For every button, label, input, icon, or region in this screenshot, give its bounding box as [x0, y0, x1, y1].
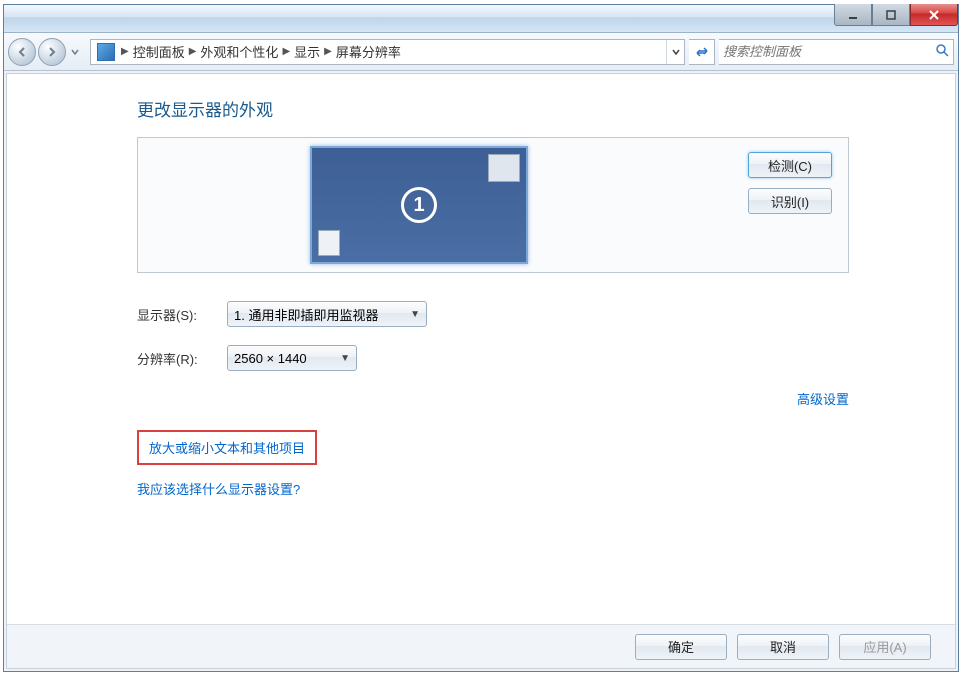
monitor-area: 1 检测(C) 识别(I) — [137, 137, 849, 273]
breadcrumb-dropdown[interactable] — [666, 40, 684, 64]
monitor-number-badge: 1 — [401, 187, 437, 223]
content-wrap: 更改显示器的外观 1 检测(C) 识别(I) 显示器(S): 1. 通用非即插即… — [6, 73, 956, 669]
text-size-link[interactable]: 放大或缩小文本和其他项目 — [149, 441, 305, 456]
breadcrumb-item[interactable]: 显示 — [292, 42, 322, 61]
titlebar — [4, 5, 958, 33]
breadcrumb-item[interactable]: 控制面板 — [131, 42, 187, 61]
display-row: 显示器(S): 1. 通用非即插即用监视器 ▼ — [137, 301, 955, 327]
page-title: 更改显示器的外观 — [137, 96, 955, 121]
back-button[interactable] — [8, 38, 36, 66]
resolution-label: 分辨率(R): — [137, 349, 227, 368]
minimize-button[interactable] — [834, 4, 872, 26]
resolution-select[interactable]: 2560 × 1440 ▼ — [227, 345, 357, 371]
monitor-thumb-icon — [318, 230, 340, 256]
advanced-settings-link[interactable]: 高级设置 — [797, 392, 849, 407]
resolution-row: 分辨率(R): 2560 × 1440 ▼ — [137, 345, 955, 371]
apply-button[interactable]: 应用(A) — [839, 634, 931, 660]
chevron-right-icon: ▶ — [282, 46, 290, 57]
close-button[interactable] — [910, 4, 958, 26]
chevron-right-icon: ▶ — [324, 46, 332, 57]
nav-history-dropdown[interactable] — [68, 38, 82, 66]
chevron-right-icon: ▶ — [121, 46, 129, 57]
maximize-button[interactable] — [872, 4, 910, 26]
help-link-row: 我应该选择什么显示器设置? — [137, 479, 955, 498]
monitor-buttons: 检测(C) 识别(I) — [748, 146, 840, 264]
content: 更改显示器的外观 1 检测(C) 识别(I) 显示器(S): 1. 通用非即插即… — [7, 74, 955, 624]
resolution-value: 2560 × 1440 — [234, 351, 307, 366]
forward-button[interactable] — [38, 38, 66, 66]
advanced-link-row: 高级设置 — [137, 389, 849, 408]
identify-button[interactable]: 识别(I) — [748, 188, 832, 214]
search-icon — [935, 43, 949, 60]
bottom-bar: 确定 取消 应用(A) — [7, 624, 955, 668]
help-link[interactable]: 我应该选择什么显示器设置? — [137, 482, 300, 497]
breadcrumb-bar[interactable]: ▶ 控制面板 ▶ 外观和个性化 ▶ 显示 ▶ 屏幕分辨率 — [90, 39, 685, 65]
refresh-button[interactable] — [689, 39, 715, 65]
form-rows: 显示器(S): 1. 通用非即插即用监视器 ▼ 分辨率(R): 2560 × 1… — [137, 301, 955, 371]
nav-arrows — [8, 38, 82, 66]
chevron-down-icon: ▼ — [410, 309, 420, 320]
control-panel-icon — [97, 43, 115, 61]
monitor-thumb-icon — [488, 154, 520, 182]
monitor-preview[interactable]: 1 — [310, 146, 528, 264]
breadcrumb-item[interactable]: 屏幕分辨率 — [334, 42, 403, 61]
ok-button[interactable]: 确定 — [635, 634, 727, 660]
breadcrumb-item[interactable]: 外观和个性化 — [198, 42, 280, 61]
window-frame: ▶ 控制面板 ▶ 外观和个性化 ▶ 显示 ▶ 屏幕分辨率 更改显示器 — [3, 4, 959, 672]
display-value: 1. 通用非即插即用监视器 — [234, 305, 378, 324]
search-box[interactable] — [719, 39, 954, 65]
chevron-right-icon: ▶ — [189, 46, 197, 57]
display-select[interactable]: 1. 通用非即插即用监视器 ▼ — [227, 301, 427, 327]
search-input[interactable] — [723, 44, 935, 59]
window-buttons — [834, 5, 958, 32]
detect-button[interactable]: 检测(C) — [748, 152, 832, 178]
display-label: 显示器(S): — [137, 305, 227, 324]
navbar: ▶ 控制面板 ▶ 外观和个性化 ▶ 显示 ▶ 屏幕分辨率 — [4, 33, 958, 71]
highlight-box: 放大或缩小文本和其他项目 — [137, 430, 317, 465]
cancel-button[interactable]: 取消 — [737, 634, 829, 660]
chevron-down-icon: ▼ — [340, 353, 350, 364]
